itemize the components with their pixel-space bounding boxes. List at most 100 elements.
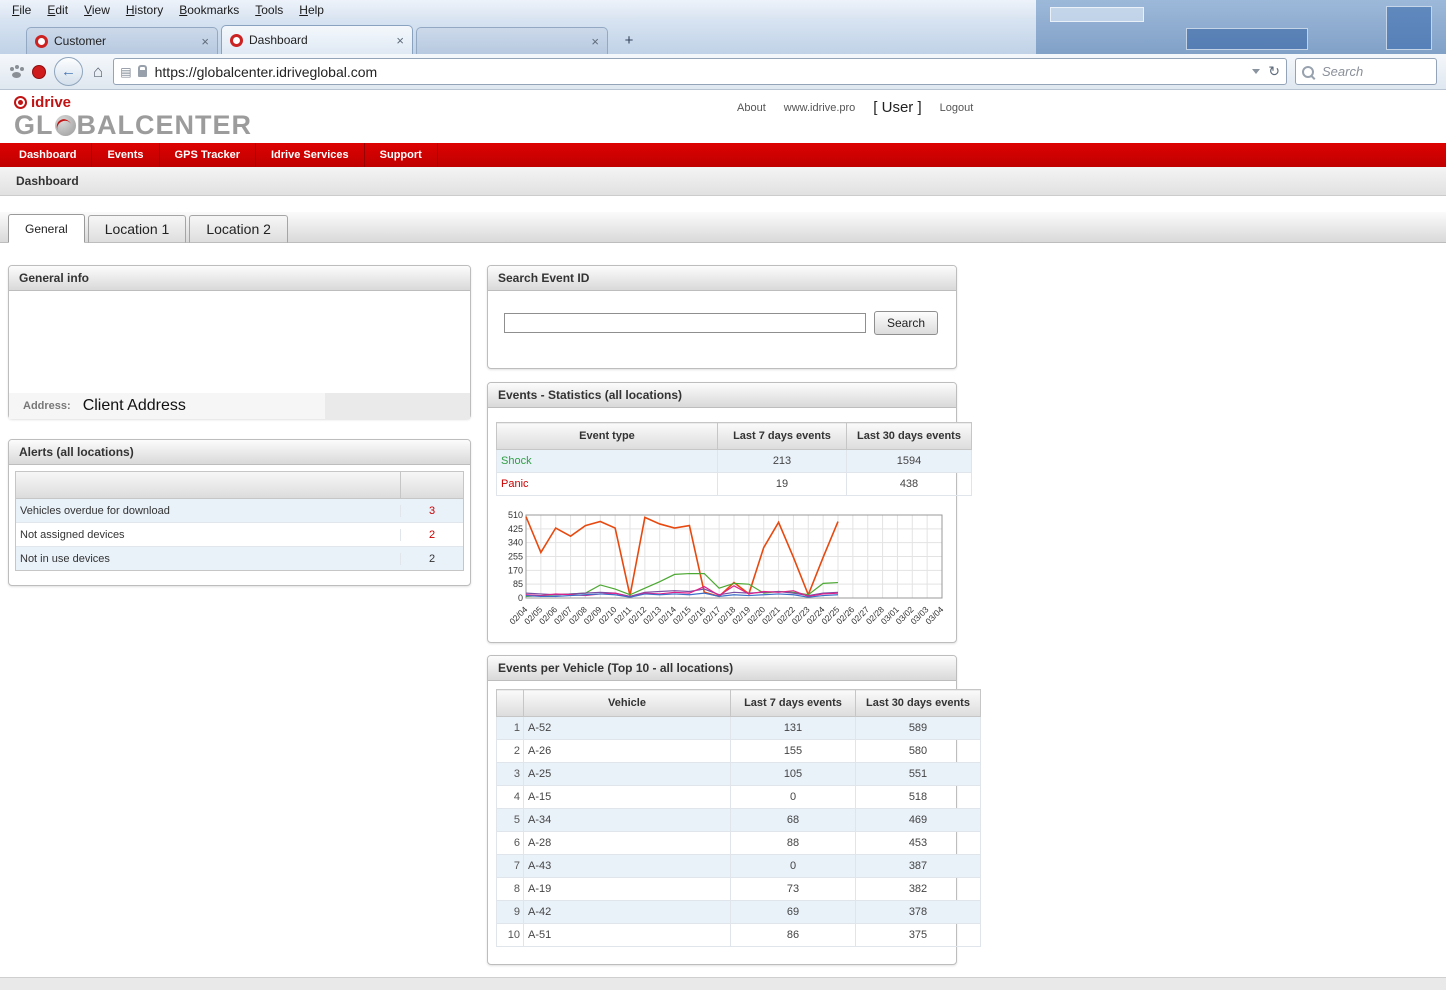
d30-cell: 387 <box>856 855 981 878</box>
alerts-table-rows: Vehicles overdue for download3Not assign… <box>16 499 463 570</box>
menu-tools[interactable]: Tools <box>247 3 291 17</box>
d7-cell: 131 <box>731 717 856 740</box>
browser-navbar: ← ⌂ ▤ ↻ <box>0 54 1446 90</box>
nav-events[interactable]: Events <box>92 143 159 167</box>
tab-location-1[interactable]: Location 1 <box>88 215 187 243</box>
addon-paw-icon[interactable] <box>9 65 24 79</box>
about-link[interactable]: About <box>737 102 766 114</box>
d7-cell: 0 <box>731 855 856 878</box>
background-window-box <box>1386 6 1432 50</box>
vehicle-row: 10A-5186375 <box>497 924 981 947</box>
alert-value: 2 <box>400 529 463 541</box>
nav-support[interactable]: Support <box>365 143 438 167</box>
vehicle-row: 8A-1973382 <box>497 878 981 901</box>
site-link[interactable]: www.idrive.pro <box>784 102 856 114</box>
panel-title: Events - Statistics (all locations) <box>498 388 682 402</box>
d7-cell: 68 <box>731 809 856 832</box>
rank-cell: 7 <box>497 855 524 878</box>
url-bar[interactable]: ▤ ↻ <box>113 58 1287 85</box>
browser-tab-customer[interactable]: Customer× <box>26 27 218 54</box>
svg-text:255: 255 <box>508 552 523 562</box>
vehicle-row: 3A-25105551 <box>497 763 981 786</box>
events-chart: 02/0402/0502/0602/0702/0802/0902/1002/11… <box>496 510 948 641</box>
panel-title: Search Event ID <box>498 271 589 285</box>
back-button[interactable]: ← <box>54 57 83 86</box>
home-icon[interactable]: ⌂ <box>93 62 103 82</box>
svg-text:510: 510 <box>508 510 523 520</box>
background-window-artifact <box>1036 0 1446 54</box>
menu-history[interactable]: History <box>118 3 171 17</box>
alert-row: Vehicles overdue for download3 <box>16 499 463 523</box>
new-tab-button[interactable]: + <box>616 30 642 51</box>
breadcrumb-text: Dashboard <box>16 174 79 188</box>
panel-vehicles-header: Events per Vehicle (Top 10 - all locatio… <box>488 656 956 681</box>
url-input[interactable] <box>153 63 1247 81</box>
event-id-input[interactable] <box>504 313 866 333</box>
tab-title: Dashboard <box>249 33 390 47</box>
vehicle-cell: A-43 <box>524 855 731 878</box>
vehicle-row: 5A-3468469 <box>497 809 981 832</box>
tab-location-2[interactable]: Location 2 <box>189 215 288 243</box>
browser-search[interactable] <box>1295 58 1437 85</box>
column-header: Event type <box>497 423 718 450</box>
idrive-icon <box>14 96 27 109</box>
menu-help[interactable]: Help <box>291 3 332 17</box>
address-value: Client Address <box>83 397 186 415</box>
lock-icon <box>138 70 147 77</box>
browser-tab-dashboard[interactable]: Dashboard × <box>221 25 413 54</box>
header-links: About www.idrive.pro [ User ] Logout <box>737 99 973 116</box>
tab-close-icon[interactable]: × <box>591 35 599 48</box>
menu-file[interactable]: File <box>4 3 39 17</box>
d30-cell: 378 <box>856 901 981 924</box>
user-link[interactable]: [ User ] <box>873 99 921 116</box>
panel-general-info: General info Address: Client Address <box>8 265 471 419</box>
column-header: Last 30 days events <box>847 423 972 450</box>
column-header: Last 7 days events <box>731 690 856 717</box>
vehicle-cell: A-51 <box>524 924 731 947</box>
d7-cell: 213 <box>718 450 847 473</box>
panel-alerts: Alerts (all locations) Vehicles overdue … <box>8 439 471 586</box>
d30-cell: 580 <box>856 740 981 763</box>
logo-globalcenter: GLBALCENTER <box>14 112 252 139</box>
alerts-table: Vehicles overdue for download3Not assign… <box>15 471 464 571</box>
globe-icon <box>55 115 76 136</box>
tab-close-icon[interactable]: × <box>396 34 404 47</box>
back-arrow-icon: ← <box>61 64 76 79</box>
page-tabs: GeneralLocation 1Location 2 <box>0 212 1446 243</box>
url-dropdown-icon[interactable] <box>1252 69 1260 74</box>
address-row: Address: Client Address <box>9 393 470 419</box>
address-row-shade <box>325 393 470 419</box>
tab-general[interactable]: General <box>8 214 85 243</box>
reload-icon[interactable]: ↻ <box>1268 63 1280 80</box>
background-window-box <box>1050 7 1144 22</box>
rank-cell: 6 <box>497 832 524 855</box>
tab-close-icon[interactable]: × <box>201 35 209 48</box>
nav-idrive-services[interactable]: Idrive Services <box>256 143 365 167</box>
panel-events-per-vehicle: Events per Vehicle (Top 10 - all locatio… <box>487 655 957 965</box>
logo-idrive: idrive <box>14 94 252 111</box>
vehicle-cell: A-52 <box>524 717 731 740</box>
events-chart-svg: 02/0402/0502/0602/0702/0802/0902/1002/11… <box>496 510 948 636</box>
rank-cell: 8 <box>497 878 524 901</box>
search-icon <box>1302 66 1314 78</box>
menu-view[interactable]: View <box>76 3 118 17</box>
rank-cell: 10 <box>497 924 524 947</box>
site-logo[interactable]: idrive GLBALCENTER <box>14 94 252 139</box>
panel-general-info-body: Address: Client Address <box>9 291 470 419</box>
nav-gps-tracker[interactable]: GPS Tracker <box>160 143 256 167</box>
panel-search-body: Search <box>488 291 956 335</box>
panel-title: Alerts (all locations) <box>19 445 134 459</box>
browser-tab-blank[interactable]: × <box>416 27 608 54</box>
nav-dashboard[interactable]: Dashboard <box>4 143 92 167</box>
browser-search-input[interactable] <box>1320 63 1430 80</box>
site-header: idrive GLBALCENTER About www.idrive.pro … <box>0 90 1446 143</box>
logout-link[interactable]: Logout <box>940 102 974 114</box>
addon-record-icon[interactable] <box>32 65 46 79</box>
panel-stats-body: Event typeLast 7 days eventsLast 30 days… <box>488 408 956 641</box>
d30-cell: 438 <box>847 473 972 496</box>
logo-left-text: GL <box>14 112 54 139</box>
rank-cell: 1 <box>497 717 524 740</box>
search-button[interactable]: Search <box>874 311 938 335</box>
menu-edit[interactable]: Edit <box>39 3 76 17</box>
menu-bookmarks[interactable]: Bookmarks <box>171 3 247 17</box>
